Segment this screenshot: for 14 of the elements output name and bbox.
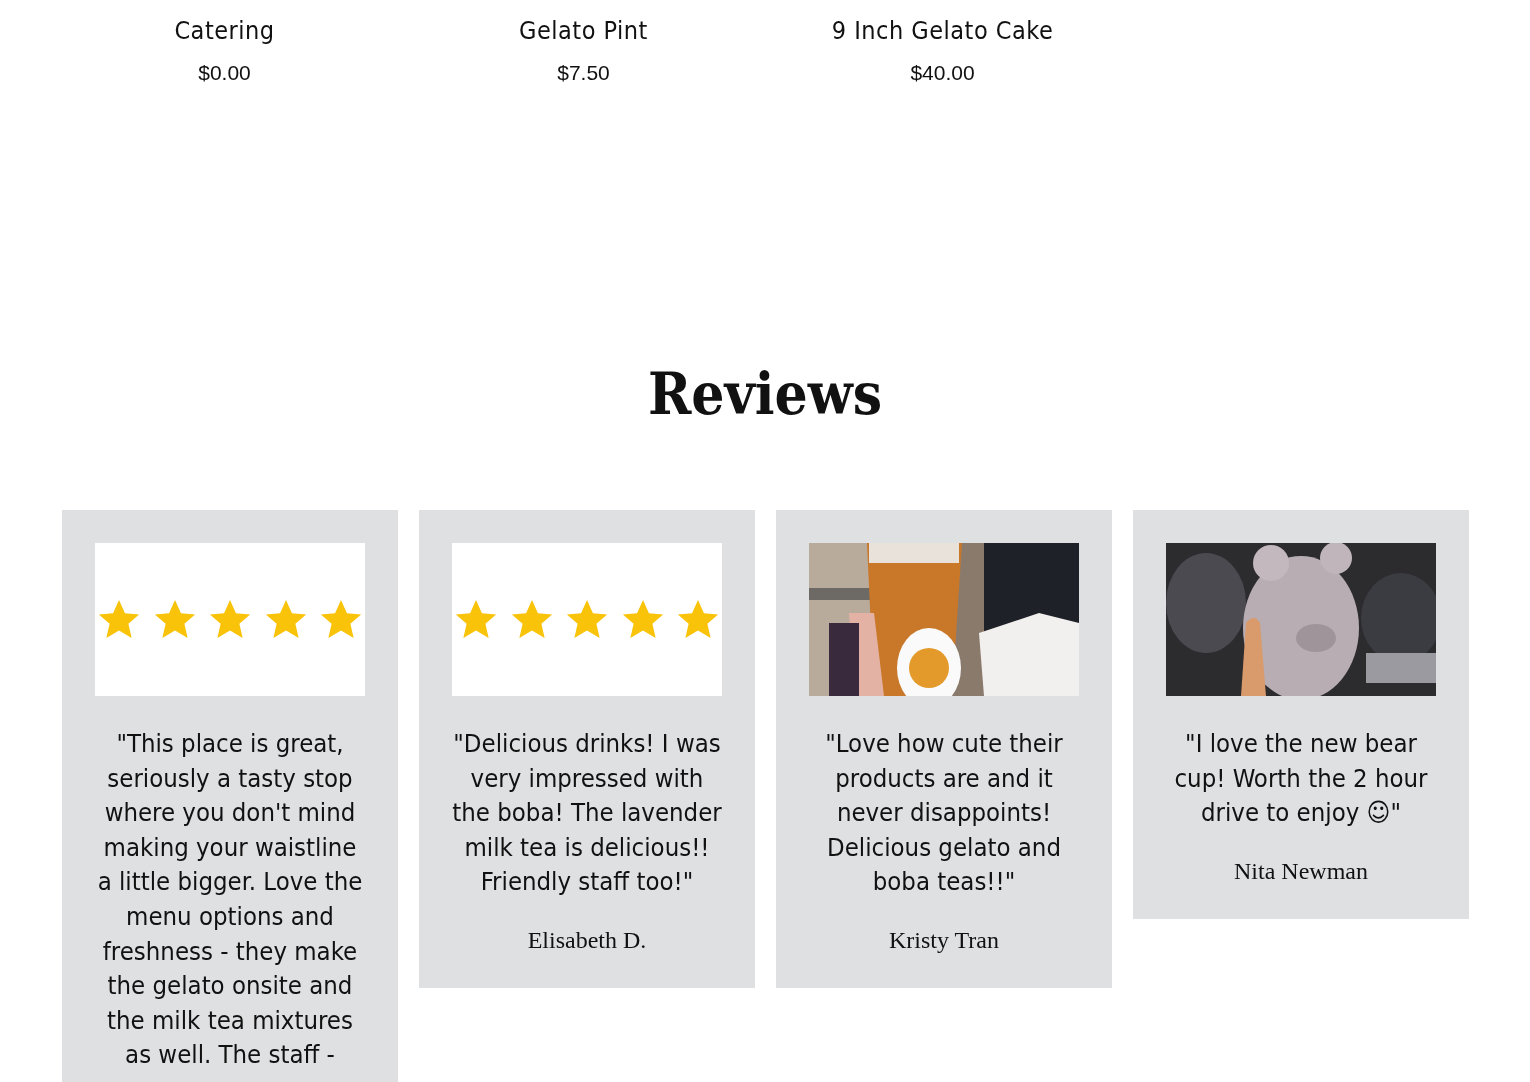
product-price: $7.50: [557, 61, 610, 85]
review-author: Elisabeth D.: [527, 926, 647, 954]
review-quote: "This place is great, seriously a tasty stop where you don't mind making your waistline a little bigger. Love the menu options and freshness - they make the gelato onsite and the milk tea mixtures as well. The staff -: [96, 727, 364, 1072]
review-quote: "I love the new bear cup! Worth the 2 hour drive to enjoy ☺": [1173, 727, 1429, 830]
product-price: $40.00: [910, 61, 975, 85]
review-author: Kristy Tran: [889, 926, 999, 954]
section-title: Reviews: [646, 360, 884, 428]
review-quote: "Love how cute their products are and it never disappoints! Delicious gelato and boba teas!!": [824, 727, 1064, 899]
product-name[interactable]: Gelato Pint: [519, 16, 648, 45]
review-quote: "Delicious drinks! I was very impressed with the boba! The lavender milk tea is delicious!! Friendly staff too!": [452, 727, 722, 899]
product-name[interactable]: 9 Inch Gelato Cake: [831, 16, 1054, 45]
product-name[interactable]: Catering: [174, 16, 275, 45]
review-author: Nita Newman: [1234, 857, 1368, 885]
product-price: $0.00: [198, 61, 251, 85]
